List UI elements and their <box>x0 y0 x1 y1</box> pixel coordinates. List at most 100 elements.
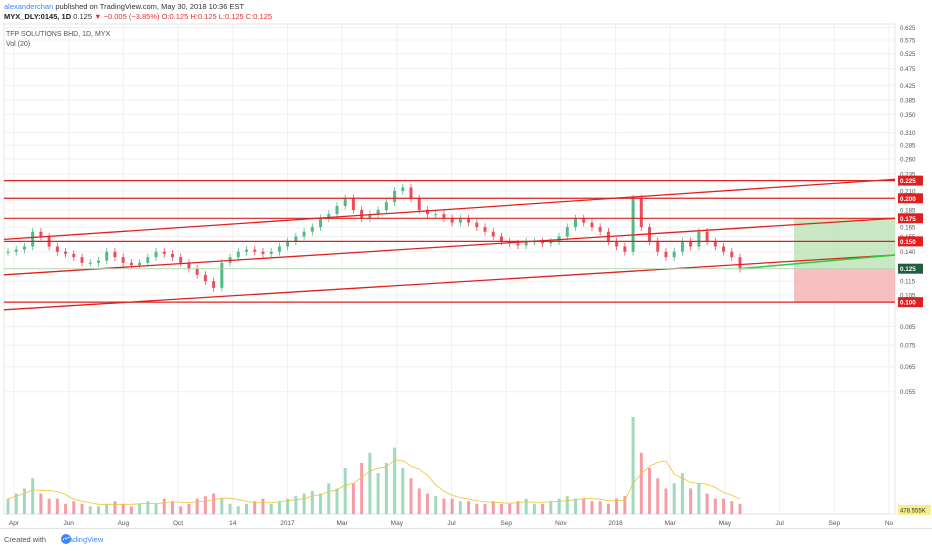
volume-bar <box>47 498 51 514</box>
y-tick-label: 0.115 <box>900 279 916 286</box>
ohlc-values: O:0.125 H:0.125 L:0.125 C:0.125 <box>161 12 273 21</box>
created-with-text: Created with <box>4 535 47 544</box>
candle-body <box>105 251 109 261</box>
volume-bar <box>384 462 388 514</box>
y-tick-label: 0.310 <box>900 130 916 137</box>
candle-body <box>483 227 487 232</box>
candle-body <box>64 251 68 254</box>
volume-bar <box>393 447 397 514</box>
tradingview-brand[interactable]: TradingView <box>62 535 103 544</box>
volume-bar <box>483 503 487 514</box>
volume-bar <box>680 473 684 514</box>
candle-body <box>138 262 142 266</box>
candle-body <box>590 222 594 228</box>
level-label: 0.225 <box>900 178 916 185</box>
stop-zone <box>794 268 895 303</box>
candle-body <box>664 251 668 258</box>
volume-bar <box>88 506 92 514</box>
volume-bar <box>713 498 717 514</box>
candle-body <box>113 251 117 258</box>
candle-body <box>203 274 207 282</box>
volume-bar <box>277 501 281 514</box>
candle-body <box>72 253 76 258</box>
volume-bar <box>343 468 347 514</box>
candle-body <box>689 241 693 247</box>
volume-bar <box>245 503 249 514</box>
volume-bar <box>236 506 240 514</box>
candle-body <box>351 198 355 210</box>
level-label: 0.200 <box>900 196 916 203</box>
candle-body <box>6 251 10 253</box>
volume-label: 478.555K <box>900 509 926 515</box>
candle-body <box>499 236 503 242</box>
volume-bar <box>409 478 413 514</box>
volume-bar <box>434 496 438 514</box>
candle-body <box>286 241 290 247</box>
volume-bar <box>113 501 117 514</box>
candle-body <box>401 187 405 191</box>
volume-bar <box>302 493 306 514</box>
candle-body <box>179 257 183 263</box>
price-chart[interactable]: Apr Jun Aug Oct 14 2017 Mar May Jul Sep Nov 2018 Mar… <box>0 22 932 528</box>
volume-bar <box>138 503 142 514</box>
candle-body <box>261 251 265 254</box>
chart-header: alexanderchan published on TradingView.c… <box>4 2 272 22</box>
volume-bar <box>491 501 495 514</box>
candle-body <box>730 251 734 258</box>
candle-body <box>615 241 619 247</box>
candle-body <box>656 241 660 252</box>
candle-body <box>121 257 125 263</box>
volume-bar <box>72 501 76 514</box>
volume-bar <box>31 478 35 514</box>
candle-body <box>220 262 224 288</box>
volume-bar <box>351 483 355 514</box>
candle-body <box>631 198 635 252</box>
volume-bar <box>508 503 512 514</box>
candle-body <box>39 231 43 237</box>
chart-area[interactable]: Apr Jun Aug Oct 14 2017 Mar May Jul Sep Nov 2018 Mar… <box>0 22 932 528</box>
candle-body <box>55 246 59 252</box>
candle-body <box>393 190 397 203</box>
candle-body <box>442 214 446 219</box>
candle-body <box>360 209 364 219</box>
candle-body <box>146 257 150 263</box>
volume-bar <box>80 503 84 514</box>
volume-bar <box>327 483 331 514</box>
x-tick-label: Jul <box>447 520 456 527</box>
y-tick-label: 0.055 <box>900 389 916 396</box>
volume-bar <box>499 503 503 514</box>
volume-bar <box>598 501 602 514</box>
candle-body <box>80 257 84 263</box>
volume-bar <box>368 452 372 514</box>
volume-bar <box>590 501 594 514</box>
volume-bar <box>631 417 635 514</box>
author-link[interactable]: alexanderchan <box>4 2 53 11</box>
volume-bar <box>738 503 742 514</box>
candle-body <box>491 231 495 237</box>
x-tick-label: 2018 <box>608 520 623 527</box>
y-tick-label: 0.260 <box>900 156 916 163</box>
candle-body <box>409 187 413 199</box>
volume-bar <box>203 496 207 514</box>
y-tick-label: 0.140 <box>900 249 916 256</box>
candle-body <box>705 231 709 242</box>
x-tick-label: No <box>885 520 894 527</box>
volume-bar <box>162 498 166 514</box>
volume-bar <box>532 503 536 514</box>
volume-bar <box>450 498 454 514</box>
volume-bar <box>154 503 158 514</box>
candle-body <box>598 227 602 232</box>
volume-bar <box>105 503 109 514</box>
candle-body <box>335 205 339 215</box>
candle-body <box>343 198 347 206</box>
candle-body <box>384 202 388 210</box>
candle-body <box>96 260 100 263</box>
volume-bar <box>656 478 660 514</box>
volume-bar <box>689 488 693 514</box>
candle-body <box>154 251 158 258</box>
published-text: published on TradingView.com, May 30, 20… <box>55 2 245 11</box>
legend-volume: Vol (20) <box>6 41 31 48</box>
volume-bar <box>664 488 668 514</box>
candle-body <box>269 251 273 254</box>
candle-body <box>294 236 298 242</box>
